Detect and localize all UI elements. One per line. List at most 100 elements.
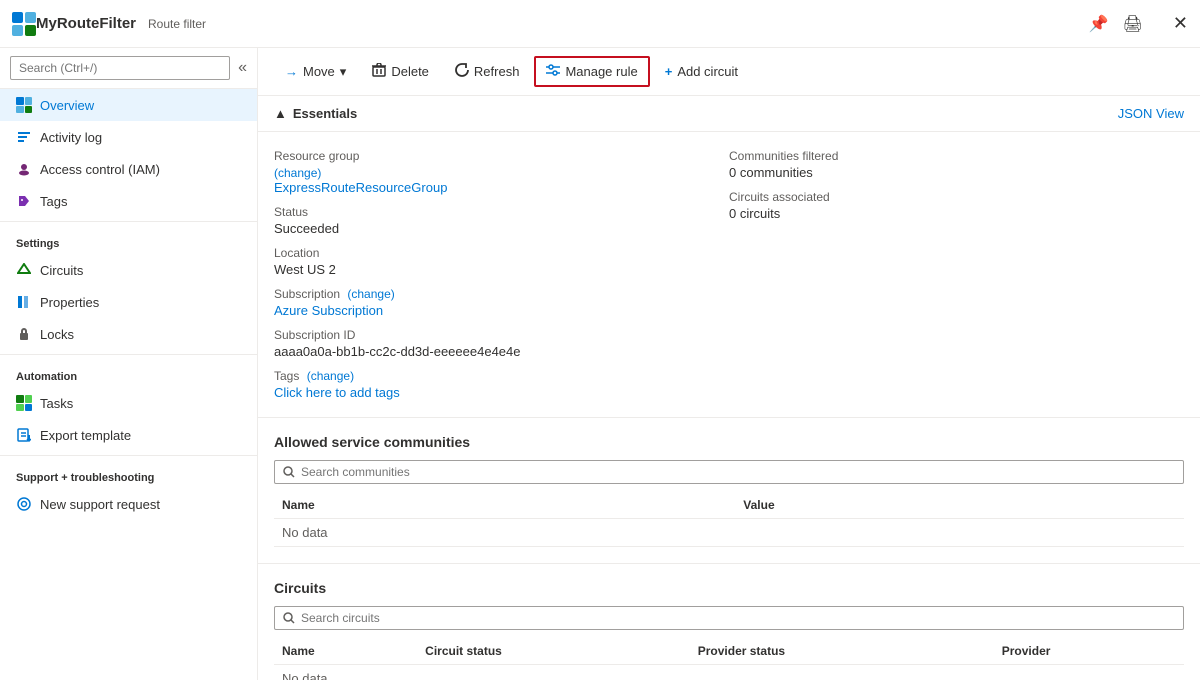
close-button[interactable]: ✕ (1173, 13, 1188, 34)
communities-search-input[interactable] (301, 465, 1175, 479)
sidebar-item-support-label: New support request (40, 497, 160, 512)
locks-icon (16, 326, 32, 342)
circuits-associated-value: 0 circuits (729, 206, 1184, 221)
sidebar-item-tags[interactable]: Tags (0, 185, 257, 217)
sidebar-item-export-label: Export template (40, 428, 131, 443)
move-arrow-icon: → (285, 64, 298, 79)
communities-filtered-label: Communities filtered (729, 149, 1184, 163)
circuits-col-name: Name (274, 638, 417, 665)
sidebar-item-iam-label: Access control (IAM) (40, 162, 160, 177)
add-circuit-label: Add circuit (677, 64, 738, 79)
sidebar-item-circuits[interactable]: Circuits (0, 254, 257, 286)
search-input[interactable] (10, 56, 230, 80)
sidebar: « Overview Activity log Acc (0, 48, 258, 680)
sidebar-item-properties-label: Properties (40, 295, 99, 310)
sidebar-item-activity-log[interactable]: Activity log (0, 121, 257, 153)
resource-group-name-link[interactable]: ExpressRouteResourceGroup (274, 180, 447, 195)
subscription-value-link[interactable]: Azure Subscription (274, 303, 383, 318)
tags-change-link[interactable]: (change) (307, 369, 354, 383)
support-section-header: Support + troubleshooting (0, 460, 257, 488)
sidebar-search-container: « (0, 48, 257, 89)
overview-icon (16, 97, 32, 113)
circuits-no-data: No data (274, 665, 1184, 680)
delete-button[interactable]: Delete (361, 57, 440, 86)
status-value: Succeeded (274, 221, 729, 236)
move-label: Move (303, 64, 335, 79)
sidebar-item-support-request[interactable]: New support request (0, 488, 257, 520)
sidebar-divider-3 (0, 455, 257, 456)
subscription-id-label: Subscription ID (274, 328, 729, 342)
move-button[interactable]: → Move ▾ (274, 58, 357, 86)
circuits-col-circuit-status: Circuit status (417, 638, 690, 665)
page-subtitle: Route filter (148, 17, 206, 31)
circuits-section-title: Circuits (274, 580, 1184, 596)
settings-section-header: Settings (0, 226, 257, 254)
move-chevron-icon: ▾ (340, 64, 347, 80)
add-circuit-icon: + (665, 64, 673, 79)
manage-rule-button[interactable]: Manage rule (534, 56, 649, 87)
essentials-right: Communities filtered 0 communities Circu… (729, 144, 1184, 405)
main-content: → Move ▾ Delete Refresh Manage (258, 48, 1200, 680)
sidebar-item-overview[interactable]: Overview (0, 89, 257, 121)
subscription-item: Subscription (change) Azure Subscription (274, 282, 729, 323)
print-icon[interactable]: 🖨 (1123, 14, 1143, 34)
activity-log-icon (16, 129, 32, 145)
circuits-table: Name Circuit status Provider status Prov… (274, 638, 1184, 680)
essentials-header: ▲ Essentials JSON View (258, 96, 1200, 132)
communities-col-value: Value (735, 492, 1184, 519)
tasks-icon (16, 395, 32, 411)
manage-rule-icon (546, 63, 560, 80)
circuits-search-box (274, 606, 1184, 630)
communities-table: Name Value No data (274, 492, 1184, 547)
app-logo (12, 12, 36, 36)
sidebar-item-overview-label: Overview (40, 98, 94, 113)
properties-icon (16, 294, 32, 310)
status-label: Status (274, 205, 729, 219)
subscription-label: Subscription (change) (274, 287, 729, 301)
refresh-button[interactable]: Refresh (444, 57, 531, 86)
top-bar: MyRouteFilter Route filter 📌 🖨 ✕ (0, 0, 1200, 48)
resource-group-change-link[interactable]: (change) (274, 166, 321, 180)
essentials-collapse-icon[interactable]: ▲ (274, 106, 287, 121)
tags-label: Tags (change) (274, 369, 729, 383)
sidebar-item-tasks[interactable]: Tasks (0, 387, 257, 419)
communities-no-data: No data (274, 519, 1184, 547)
sidebar-item-iam[interactable]: Access control (IAM) (0, 153, 257, 185)
add-circuit-button[interactable]: + Add circuit (654, 58, 749, 85)
sidebar-item-properties[interactable]: Properties (0, 286, 257, 318)
status-item: Status Succeeded (274, 200, 729, 241)
circuits-search-input[interactable] (301, 611, 1175, 625)
subscription-id-value: aaaa0a0a-bb1b-cc2c-dd3d-eeeeee4e4e4e (274, 344, 729, 359)
communities-filtered-item: Communities filtered 0 communities (729, 144, 1184, 185)
communities-no-data-row: No data (274, 519, 1184, 547)
circuits-associated-label: Circuits associated (729, 190, 1184, 204)
circuits-col-provider: Provider (994, 638, 1184, 665)
essentials-title-container: ▲ Essentials (274, 106, 357, 121)
essentials-left: Resource group (change) ExpressRouteReso… (274, 144, 729, 405)
sidebar-item-locks-label: Locks (40, 327, 74, 342)
support-icon (16, 496, 32, 512)
communities-table-header-row: Name Value (274, 492, 1184, 519)
sidebar-item-tags-label: Tags (40, 194, 67, 209)
location-value: West US 2 (274, 262, 729, 277)
sidebar-item-locks[interactable]: Locks (0, 318, 257, 350)
sidebar-item-circuits-label: Circuits (40, 263, 83, 278)
manage-rule-label: Manage rule (565, 64, 637, 79)
location-item: Location West US 2 (274, 241, 729, 282)
sidebar-collapse-button[interactable]: « (238, 59, 247, 77)
page-title: MyRouteFilter (36, 15, 136, 32)
subscription-change-link[interactable]: (change) (347, 287, 394, 301)
sidebar-item-export-template[interactable]: Export template (0, 419, 257, 451)
pin-icon[interactable]: 📌 (1089, 14, 1109, 34)
tags-item: Tags (change) Click here to add tags (274, 364, 729, 405)
tags-value-link[interactable]: Click here to add tags (274, 385, 400, 400)
automation-section-header: Automation (0, 359, 257, 387)
resource-group-label: Resource group (274, 149, 729, 163)
main-layout: « Overview Activity log Acc (0, 48, 1200, 680)
communities-col-name: Name (274, 492, 735, 519)
sidebar-item-tasks-label: Tasks (40, 396, 73, 411)
delete-icon (372, 63, 386, 80)
json-view-link[interactable]: JSON View (1118, 106, 1184, 121)
circuits-search-icon (283, 612, 295, 624)
refresh-label: Refresh (474, 64, 520, 79)
